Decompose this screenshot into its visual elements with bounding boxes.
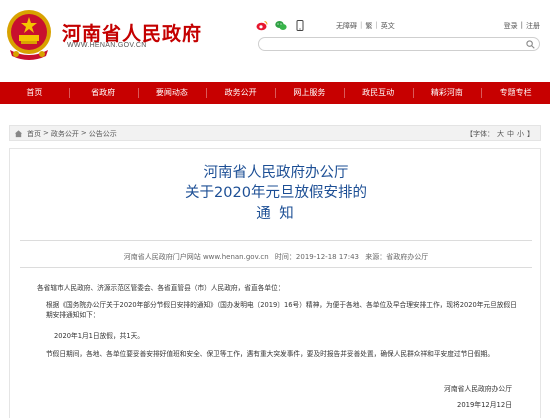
divider [20, 267, 532, 268]
traditional-chinese-link[interactable]: 繁 [365, 21, 372, 31]
font-size-small[interactable]: 小 [517, 129, 524, 139]
breadcrumb: 首页 > 政务公开 > 公告公示 【字体： 大 中 小 】 [9, 125, 541, 141]
accessibility-link[interactable]: 无障碍 [336, 21, 357, 31]
separator: | [360, 21, 363, 29]
login-links: 登录 | 注册 [504, 21, 540, 31]
article-meta: 河南省人民政府门户网站 www.henan.gov.cn 时间：2019-12-… [10, 252, 542, 262]
font-size-medium[interactable]: 中 [507, 129, 514, 139]
app-icon[interactable] [294, 20, 306, 31]
nav-item-government-affairs[interactable]: 政务公开 [206, 82, 275, 104]
wechat-icon[interactable] [275, 20, 287, 31]
nav-item-interaction[interactable]: 政民互动 [343, 82, 413, 104]
search-icon[interactable] [526, 40, 535, 49]
top-links: 无障碍 | 繁 | 英文 [336, 21, 395, 31]
font-size-switcher: 【字体： 大 中 小 】 [466, 129, 534, 139]
separator: | [520, 21, 523, 29]
article: 河南省人民政府办公厅 关于2020年元旦放假安排的 通 知 河南省人民政府门户网… [9, 148, 541, 418]
article-origin: 来源：省政府办公厅 [365, 253, 429, 261]
home-icon [14, 130, 23, 138]
site-header: 河南省人民政府 WWW.HENAN.GOV.CN 无障碍 | 繁 | 英文 登录… [0, 0, 550, 82]
nav-item-news[interactable]: 要闻动态 [137, 82, 207, 104]
article-title-line1: 河南省人民政府办公厅 [203, 165, 349, 181]
nav-item-online-services[interactable]: 网上服务 [275, 82, 344, 104]
article-paragraph: 节假日期间，各地、各单位要妥善安排好值班和安全、保卫等工作，遇有重大突发事件，要… [46, 350, 495, 358]
article-salutation: 各省辖市人民政府、济源示范区管委会、各省直管县（市）人民政府，省直各单位： [37, 284, 285, 292]
separator: | [375, 21, 378, 29]
breadcrumb-separator: > [80, 129, 87, 137]
nav-item-henan-highlights[interactable]: 精彩河南 [412, 82, 482, 104]
breadcrumb-items: 首页 > 政务公开 > 公告公示 [27, 129, 117, 139]
article-title-line3: 通 知 [256, 206, 296, 222]
weibo-icon[interactable] [256, 20, 268, 31]
main-nav: 首页 省政府 要闻动态 政务公开 网上服务 政民互动 精彩河南 专题专栏 [0, 82, 550, 104]
article-title-line2: 关于2020年元旦放假安排的 [185, 185, 367, 201]
search-input[interactable] [258, 37, 540, 51]
article-signature: 河南省人民政府办公厅 [444, 385, 512, 393]
nav-item-home[interactable]: 首页 [0, 82, 69, 104]
site-domain: WWW.HENAN.GOV.CN [67, 42, 147, 49]
font-size-large[interactable]: 大 [497, 129, 504, 139]
social-icons [256, 20, 306, 31]
article-paragraph: 2020年1月1日放假，共1天。 [54, 332, 144, 340]
breadcrumb-separator: > [43, 129, 49, 137]
breadcrumb-home[interactable]: 首页 [27, 129, 41, 139]
nav-item-special-topics[interactable]: 专题专栏 [481, 82, 550, 104]
font-size-label: 【字体： [466, 130, 494, 138]
divider [20, 240, 532, 241]
article-paragraph: 根据《国务院办公厅关于2020年部分节假日安排的通知》（国办发明电〔2019〕1… [46, 301, 517, 319]
english-link[interactable]: 英文 [381, 21, 395, 31]
login-link[interactable]: 登录 [504, 21, 518, 31]
register-link[interactable]: 注册 [526, 21, 540, 31]
article-time: 时间：2019-12-18 17:43 [274, 253, 360, 261]
breadcrumb-announcements[interactable]: 公告公示 [89, 129, 117, 139]
breadcrumb-government-affairs[interactable]: 政务公开 [51, 129, 79, 139]
font-size-end: 】 [527, 130, 534, 138]
national-emblem-icon[interactable] [2, 6, 56, 64]
nav-item-provincial-government[interactable]: 省政府 [68, 82, 138, 104]
article-date: 2019年12月12日 [457, 401, 512, 409]
article-source: 河南省人民政府门户网站 www.henan.gov.cn [123, 253, 269, 261]
